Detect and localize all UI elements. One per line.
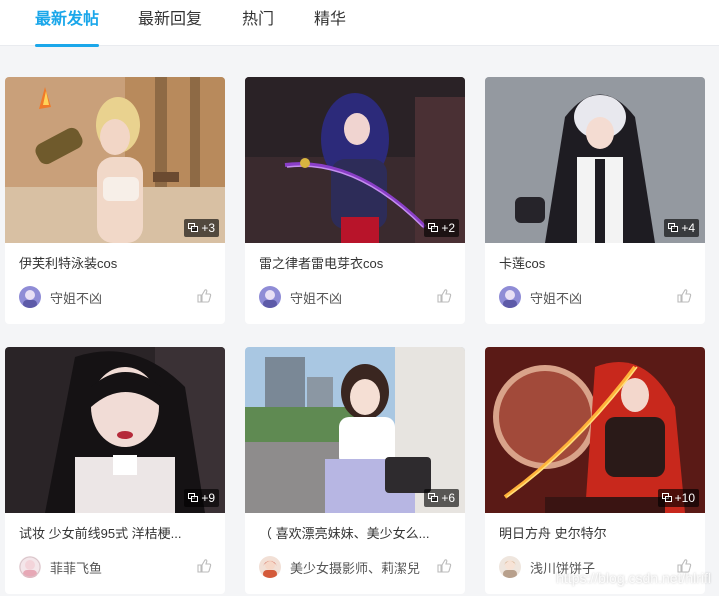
post-title[interactable]: 伊芙利特泳装cos — [19, 254, 211, 274]
tab-latest-posts[interactable]: 最新发帖 — [35, 9, 100, 47]
watermark-text: https://blog.csdn.net/hlrifl — [556, 570, 711, 586]
image-count-badge: +4 — [664, 219, 699, 237]
post-card[interactable]: +2 雷之律者雷电芽衣cos 守姐不凶 — [245, 77, 465, 324]
image-count: +6 — [441, 491, 455, 505]
image-count: +10 — [674, 491, 695, 505]
gallery-icon — [188, 493, 199, 503]
image-count: +4 — [681, 221, 695, 235]
author-name: 菲菲飞鱼 — [50, 560, 103, 576]
avatar-pink-icon — [19, 556, 41, 578]
tab-latest-replies[interactable]: 最新回复 — [138, 9, 202, 45]
image-count-badge: +3 — [184, 219, 219, 237]
gallery-icon — [188, 223, 199, 233]
post-cover-image[interactable]: +10 — [485, 347, 705, 513]
author-name: 守姐不凶 — [530, 290, 583, 306]
image-count-badge: +6 — [424, 489, 459, 507]
image-count-badge: +10 — [657, 489, 699, 507]
post-author[interactable]: 守姐不凶 — [499, 285, 582, 309]
author-name: 守姐不凶 — [50, 290, 103, 306]
post-card[interactable]: +9 试妆 少女前线95式 洋桔梗... 菲菲飞鱼 — [5, 347, 225, 594]
gallery-icon — [428, 493, 439, 503]
avatar-red-icon — [259, 556, 281, 578]
post-card[interactable]: +3 伊芙利特泳装cos 守姐不凶 — [5, 77, 225, 324]
thumb-up-icon[interactable] — [196, 288, 212, 304]
post-title[interactable]: （ 喜欢漂亮妹妹、美少女么... — [259, 524, 451, 544]
gallery-icon — [428, 223, 439, 233]
post-title[interactable]: 明日方舟 史尔特尔 — [499, 524, 691, 544]
post-cover-image[interactable]: +9 — [5, 347, 225, 513]
avatar-purple-icon — [499, 286, 521, 308]
post-author[interactable]: 守姐不凶 — [259, 285, 342, 309]
post-grid: +3 伊芙利特泳装cos 守姐不凶 +2 雷之律者雷电芽衣cos 守姐不凶 +4… — [0, 46, 719, 596]
post-author[interactable]: 菲菲飞鱼 — [19, 555, 102, 579]
image-count: +2 — [441, 221, 455, 235]
image-count: +3 — [201, 221, 215, 235]
thumb-up-icon[interactable] — [436, 288, 452, 304]
post-title[interactable]: 试妆 少女前线95式 洋桔梗... — [19, 524, 211, 544]
thumb-up-icon[interactable] — [196, 558, 212, 574]
image-count: +9 — [201, 491, 215, 505]
image-count-badge: +9 — [184, 489, 219, 507]
tab-hot[interactable]: 热门 — [242, 9, 274, 45]
post-card[interactable]: +10 明日方舟 史尔特尔 浅川饼饼子 — [485, 347, 705, 594]
post-cover-image[interactable]: +2 — [245, 77, 465, 243]
author-name: 美少女摄影师、莉潔兒 — [290, 560, 421, 576]
image-count-badge: +2 — [424, 219, 459, 237]
gallery-icon — [661, 493, 673, 503]
avatar-purple-icon — [259, 286, 281, 308]
post-cover-image[interactable]: +3 — [5, 77, 225, 243]
tab-featured[interactable]: 精华 — [314, 9, 346, 45]
author-name: 守姐不凶 — [290, 290, 343, 306]
post-author[interactable]: 守姐不凶 — [19, 285, 102, 309]
avatar-purple-icon — [19, 286, 41, 308]
tab-bar: 最新发帖 最新回复 热门 精华 — [0, 0, 719, 47]
gallery-icon — [668, 223, 679, 233]
post-author[interactable]: 美少女摄影师、莉潔兒 — [259, 555, 420, 579]
post-cover-image[interactable]: +6 — [245, 347, 465, 513]
post-title[interactable]: 雷之律者雷电芽衣cos — [259, 254, 451, 274]
thumb-up-icon[interactable] — [676, 288, 692, 304]
post-cover-image[interactable]: +4 — [485, 77, 705, 243]
thumb-up-icon[interactable] — [436, 558, 452, 574]
avatar-beige-icon — [499, 556, 521, 578]
post-title[interactable]: 卡莲cos — [499, 254, 691, 274]
post-card[interactable]: +6 （ 喜欢漂亮妹妹、美少女么... 美少女摄影师、莉潔兒 — [245, 347, 465, 594]
post-card[interactable]: +4 卡莲cos 守姐不凶 — [485, 77, 705, 324]
